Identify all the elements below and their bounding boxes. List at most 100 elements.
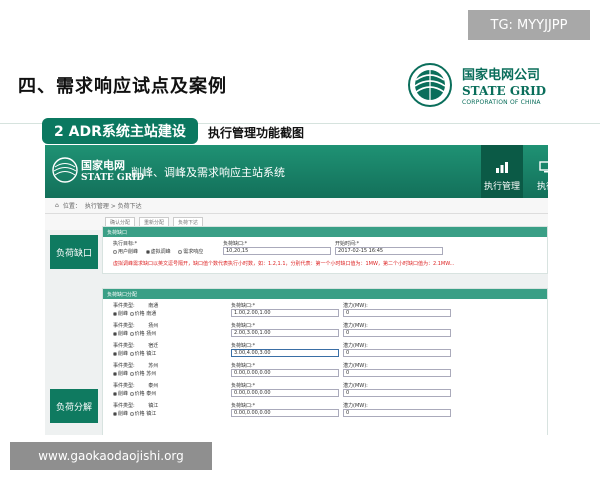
label-text: 事件类型: <box>113 323 135 329</box>
gap-label: 负荷缺口:* <box>223 241 248 247</box>
gap-input[interactable]: 2.00,3.00,1.00 <box>231 329 339 337</box>
radio-label: 价格 <box>134 331 145 337</box>
gap-input[interactable]: 1.00,2.00,1.00 <box>231 309 339 317</box>
gap-input[interactable]: 0.00,0.00,0.00 <box>231 389 339 397</box>
radio-icon <box>113 249 117 254</box>
adr-system-screenshot: 国家电网 STATE GRID 削峰、调峰及需求响应主站系统 执行管理 执行 ⌂… <box>45 145 548 435</box>
event-type-radios[interactable]: 削峰 价格 扬州 <box>113 330 156 337</box>
gap-label: 负荷缺口:* <box>231 303 256 309</box>
radio-icon <box>129 391 134 396</box>
radio-icon <box>178 249 183 254</box>
capacity-input[interactable]: 0 <box>343 329 451 337</box>
label-text: 事件类型: <box>113 343 135 349</box>
radio-icon <box>113 351 117 356</box>
radio-label: 削峰 <box>118 311 129 317</box>
target-label: 执行目标:* <box>113 241 138 247</box>
radio-label: 削峰 <box>118 371 129 377</box>
capacity-label: 潜力(MW): <box>343 323 368 329</box>
radio-label: 削峰 <box>118 331 129 337</box>
section-tag: 2 ADR系统主站建设 <box>42 118 198 144</box>
event-type-label: 事件类型: 宿迁 <box>113 342 158 349</box>
radio-virtual-peak[interactable]: 虚拟调峰 <box>145 249 171 255</box>
city-label: 苏州 <box>146 371 157 377</box>
label-text: 事件类型: <box>113 363 135 369</box>
city-label: 苏州 <box>148 363 159 369</box>
slide-title: 四、需求响应试点及案例 <box>18 76 227 97</box>
radio-label: 用户削峰 <box>118 249 139 255</box>
radio-icon <box>129 331 134 336</box>
radio-icon <box>113 331 117 336</box>
city-label: 镇江 <box>148 403 159 409</box>
load-allocation-panel: 负荷缺口分配 事件类型: 南通 削峰 价格 南通 负荷缺口:* 1.00,2.0… <box>102 288 548 435</box>
event-type-radios[interactable]: 削峰 价格 镇江 <box>113 410 156 417</box>
city-label: 宿迁 <box>148 343 159 349</box>
brand-en: STATE GRID <box>462 84 547 98</box>
event-type-radios[interactable]: 削峰 价格 泰州 <box>113 390 156 397</box>
app-header: 国家电网 STATE GRID 削峰、调峰及需求响应主站系统 执行管理 执行 <box>45 145 548 198</box>
radio-icon <box>129 371 134 376</box>
event-type-radios[interactable]: 削峰 价格 镇江 <box>113 350 156 357</box>
radio-label: 削峰 <box>118 351 129 357</box>
website-watermark: www.gaokaodaojishi.org <box>10 442 212 470</box>
capacity-input[interactable]: 0 <box>343 309 451 317</box>
radio-demand-response[interactable]: 需求响应 <box>178 249 203 255</box>
gap-label: 负荷缺口:* <box>231 363 256 369</box>
system-title: 削峰、调峰及需求响应主站系统 <box>131 166 285 179</box>
city-label: 扬州 <box>148 323 159 329</box>
radio-icon <box>145 249 150 254</box>
label-text: 事件类型: <box>113 383 135 389</box>
radio-user-peak[interactable]: 用户削峰 <box>113 249 138 255</box>
state-grid-globe-logo <box>408 63 452 107</box>
event-type-label: 事件类型: 苏州 <box>113 362 158 369</box>
capacity-label: 潜力(MW): <box>343 363 368 369</box>
tab-execution-management[interactable]: 执行管理 <box>481 145 523 198</box>
capacity-input[interactable]: 0 <box>343 389 451 397</box>
capacity-label: 潜力(MW): <box>343 403 368 409</box>
radio-icon <box>113 391 117 396</box>
capacity-input[interactable]: 0 <box>343 409 451 417</box>
tab-label: 执行管理 <box>483 182 520 192</box>
brand-cn: 国家电网公司 <box>462 68 541 83</box>
home-icon: ⌂ <box>55 202 59 209</box>
start-time-label: 开始时间:* <box>335 241 360 247</box>
tab-execution[interactable]: 执行 <box>525 145 548 198</box>
gap-label: 负荷缺口:* <box>231 343 256 349</box>
gap-label: 负荷缺口:* <box>231 383 256 389</box>
event-type-label: 事件类型: 镇江 <box>113 402 158 409</box>
side-label-load-decompose: 负荷分解 <box>50 389 98 423</box>
breadcrumb-prefix: 位置： <box>62 203 81 210</box>
monitor-icon <box>539 161 548 173</box>
gap-input[interactable]: 10,20,15 <box>223 247 331 255</box>
radio-icon <box>129 351 134 356</box>
capacity-input[interactable]: 0 <box>343 369 451 377</box>
city-label: 南通 <box>146 311 157 317</box>
radio-label: 价格 <box>134 411 145 417</box>
state-grid-wordmark: 国家电网公司 STATE GRID CORPORATION OF CHINA <box>462 64 546 106</box>
radio-icon <box>129 311 134 316</box>
capacity-label: 潜力(MW): <box>343 343 368 349</box>
radio-icon <box>113 311 117 316</box>
city-label: 镇江 <box>146 351 157 357</box>
label-text: 事件类型: <box>113 403 135 409</box>
load-gap-panel: 负荷缺口 执行目标:* 用户削峰 虚拟调峰 需求响应 负荷缺口:* 10,20,… <box>102 226 548 274</box>
gap-input[interactable]: 3.00,4.00,3.00 <box>231 349 339 357</box>
panel-header: 负荷缺口 <box>103 227 547 237</box>
gap-input[interactable]: 0.00,0.00,0.00 <box>231 409 339 417</box>
radio-label: 削峰 <box>118 411 129 417</box>
radio-icon <box>113 411 117 416</box>
side-label-load-gap: 负荷缺口 <box>50 235 98 269</box>
radio-label: 需求响应 <box>183 249 204 255</box>
radio-label: 价格 <box>134 391 145 397</box>
capacity-input[interactable]: 0 <box>343 349 451 357</box>
radio-icon <box>113 371 117 376</box>
start-time-input[interactable]: 2017-02-15 16:45 <box>335 247 443 255</box>
event-type-radios[interactable]: 削峰 价格 南通 <box>113 310 156 317</box>
capacity-label: 潜力(MW): <box>343 383 368 389</box>
label-text: 事件类型: <box>113 303 135 309</box>
gap-input[interactable]: 0.00,0.00,0.00 <box>231 369 339 377</box>
gap-label: 负荷缺口:* <box>231 403 256 409</box>
city-label: 南通 <box>148 303 159 309</box>
event-type-radios[interactable]: 削峰 价格 苏州 <box>113 370 156 377</box>
breadcrumb-path[interactable]: 执行管理 > 负荷下达 <box>85 201 142 210</box>
radio-label: 削峰 <box>118 391 129 397</box>
